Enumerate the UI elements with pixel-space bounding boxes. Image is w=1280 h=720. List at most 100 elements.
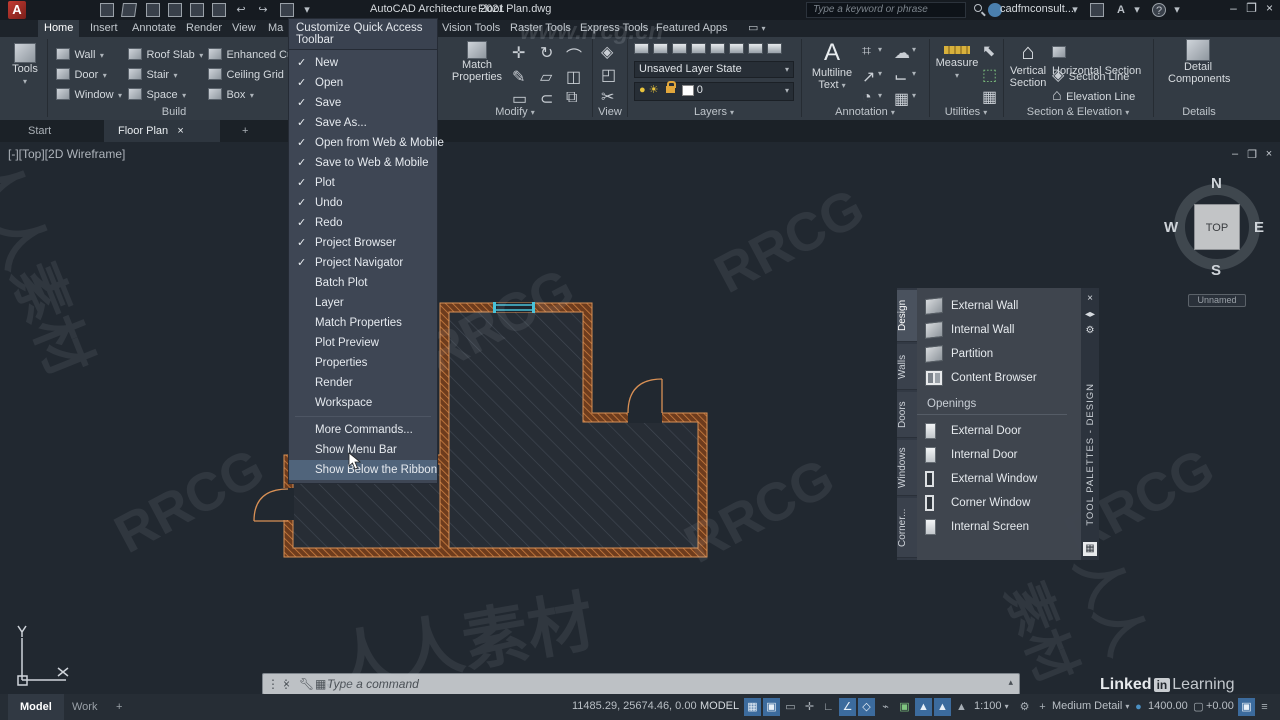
model-tab[interactable]: Model <box>8 694 64 720</box>
viewcube-north[interactable]: N <box>1211 175 1222 192</box>
menu-item-plot[interactable]: ✓ Plot <box>289 173 437 193</box>
panel-label-annotation[interactable]: Annotation ▾ <box>802 106 928 120</box>
menu-item-match-properties[interactable]: Match Properties <box>289 313 437 333</box>
menu-item-properties[interactable]: Properties <box>289 353 437 373</box>
palette-tab-doors[interactable]: Doors <box>897 392 917 438</box>
isodraft-icon[interactable]: ◇ <box>858 698 875 716</box>
search-input[interactable]: Type a keyword or phrase <box>806 2 966 18</box>
box-button[interactable]: Box ▾ <box>208 85 254 103</box>
menu-item-show-menu-bar[interactable]: Show Menu Bar <box>289 440 437 460</box>
ceiling-grid-button[interactable]: Ceiling Grid <box>208 65 284 83</box>
layer-lock-icon[interactable] <box>710 43 725 54</box>
qat-redo-icon[interactable]: ↪ <box>256 3 270 17</box>
annotation-monitor-icon[interactable]: + <box>1034 698 1051 716</box>
grid-toggle-icon[interactable]: ▦ <box>744 698 761 716</box>
tab-view[interactable]: View <box>226 20 262 37</box>
viewcube-south[interactable]: S <box>1211 262 1221 279</box>
tab-annotate[interactable]: Annotate <box>126 20 182 37</box>
viewport-config-icon[interactable]: ◰ <box>601 65 616 85</box>
tools-button[interactable]: Tools ▾ <box>6 43 44 87</box>
palette-item-internal-door[interactable]: Internal Door <box>917 443 1081 467</box>
annotation-autoscale-icon[interactable]: ▲ <box>934 698 951 716</box>
file-tab-floor-plan[interactable]: Floor Plan × <box>104 120 220 142</box>
ortho-mode-icon[interactable]: ∟ <box>820 698 837 716</box>
help-icon[interactable]: ? <box>1152 3 1166 17</box>
tab-vision-tools[interactable]: Vision Tools <box>436 20 506 37</box>
panel-label-build[interactable]: Build <box>48 106 300 120</box>
menu-item-show-below-ribbon[interactable]: Show Below the Ribbon <box>289 460 437 480</box>
panel-label-section[interactable]: Section & Elevation ▾ <box>1004 106 1152 120</box>
palette-tab-walls[interactable]: Walls <box>897 344 917 390</box>
qat-plot-icon[interactable] <box>190 3 204 17</box>
mark-icon[interactable]: ◔ <box>862 89 872 107</box>
menu-item-plot-preview[interactable]: Plot Preview <box>289 333 437 353</box>
minimize-button[interactable]: – <box>1226 2 1241 16</box>
menu-item-open[interactable]: ✓ Open <box>289 73 437 93</box>
view-name-badge[interactable]: Unnamed <box>1188 294 1246 307</box>
layer-color-swatch[interactable] <box>681 84 694 96</box>
customize-menu-icon[interactable]: ≡ <box>1256 698 1273 716</box>
panel-label-layers[interactable]: Layers ▾ <box>628 106 800 120</box>
panel-label-details[interactable]: Details <box>1154 106 1244 120</box>
move-icon[interactable]: ✛ <box>512 43 525 63</box>
layer-dropdown[interactable]: ● ☀ 0 ▾ <box>634 81 794 101</box>
palette-tab-corner[interactable]: Corner... <box>897 498 917 558</box>
command-line[interactable]: ⋮⋮ × 🔧︎ ▦▾ Type a command ▴ <box>262 673 1020 695</box>
copy-icon[interactable]: ⧉ <box>566 89 577 107</box>
panel-label-utilities[interactable]: Utilities ▾ <box>930 106 1002 120</box>
palette-close-icon[interactable]: × <box>1083 292 1097 306</box>
user-dropdown[interactable]: ▾ <box>1068 3 1082 17</box>
cmd-customize-wrench-icon[interactable]: 🔧︎ <box>299 677 314 691</box>
annotation-visibility-icon[interactable]: ▲ <box>915 698 932 716</box>
viewcube-top-face[interactable]: TOP <box>1194 204 1240 250</box>
qat-project-navigator-icon[interactable] <box>280 3 294 17</box>
menu-item-new[interactable]: ✓ New <box>289 53 437 73</box>
palette-item-internal-screen[interactable]: Internal Screen <box>917 515 1081 539</box>
infer-constraints-icon[interactable]: ▭ <box>782 698 799 716</box>
palette-properties-gear-icon[interactable]: ⚙ <box>1083 324 1097 338</box>
space-button[interactable]: Space ▾ <box>128 85 186 103</box>
section-line-button[interactable]: ◈ Section Line <box>1052 65 1129 85</box>
tab-raster-tools[interactable]: Raster Tools <box>504 20 577 37</box>
dimension-icon[interactable]: ⌗ <box>862 43 871 61</box>
stair-button[interactable]: Stair ▾ <box>128 65 178 83</box>
palette-tab-windows[interactable]: Windows <box>897 440 917 496</box>
viewcube-west[interactable]: W <box>1164 219 1178 236</box>
isolate-objects-icon[interactable]: ▣ <box>1238 698 1255 716</box>
menu-item-project-browser[interactable]: ✓ Project Browser <box>289 233 437 253</box>
menu-item-save-web-mobile[interactable]: ✓ Save to Web & Mobile <box>289 153 437 173</box>
wall-button[interactable]: Wall ▾ <box>56 45 104 63</box>
palette-item-content-browser[interactable]: Content Browser <box>917 366 1081 390</box>
autodesk-a360-icon[interactable]: A <box>1114 3 1128 17</box>
tab-featured-apps[interactable]: Featured Apps <box>650 20 734 37</box>
layer-unlock-icon[interactable] <box>748 43 763 54</box>
stretch-icon[interactable]: ▱ <box>540 67 552 87</box>
help-dropdown[interactable]: ▾ <box>1170 3 1184 17</box>
qat-new-icon[interactable] <box>100 3 114 17</box>
cmd-close-icon[interactable]: × <box>283 677 290 691</box>
globe-display-icon[interactable]: ● <box>1130 698 1147 716</box>
workspace-gear-icon[interactable]: ⚙ <box>1016 698 1033 716</box>
dynamic-input-icon[interactable]: ✛ <box>801 698 818 716</box>
elevation-value[interactable]: 1400.00 <box>1148 700 1188 712</box>
door-button[interactable]: Door ▾ <box>56 65 107 83</box>
menu-item-save[interactable]: ✓ Save <box>289 93 437 113</box>
menu-item-render[interactable]: Render <box>289 373 437 393</box>
view-manager-icon[interactable]: ✂ <box>601 87 614 107</box>
restore-button[interactable]: ❐ <box>1244 2 1259 16</box>
close-button[interactable]: × <box>1262 2 1277 16</box>
ribbon-options-icon[interactable]: ▭ ▾ <box>742 20 771 37</box>
qat-saveas-icon[interactable] <box>168 3 182 17</box>
select-similar-icon[interactable]: ⬚ <box>982 65 997 85</box>
panel-label-view[interactable]: View <box>593 106 627 120</box>
viewcube-east[interactable]: E <box>1254 219 1264 236</box>
quick-select-icon[interactable]: ⬉ <box>982 41 995 61</box>
menu-item-open-web-mobile[interactable]: ✓ Open from Web & Mobile <box>289 133 444 153</box>
layer-walk-icon[interactable] <box>767 43 782 54</box>
palette-item-corner-window[interactable]: Corner Window <box>917 491 1081 515</box>
tab-insert[interactable]: Insert <box>84 20 124 37</box>
leader-icon[interactable]: ↗ <box>862 67 875 87</box>
command-input[interactable]: Type a command <box>327 677 419 691</box>
elevation-line-button[interactable]: ⌂ Elevation Line <box>1052 87 1135 105</box>
menu-item-workspace[interactable]: Workspace <box>289 393 437 413</box>
